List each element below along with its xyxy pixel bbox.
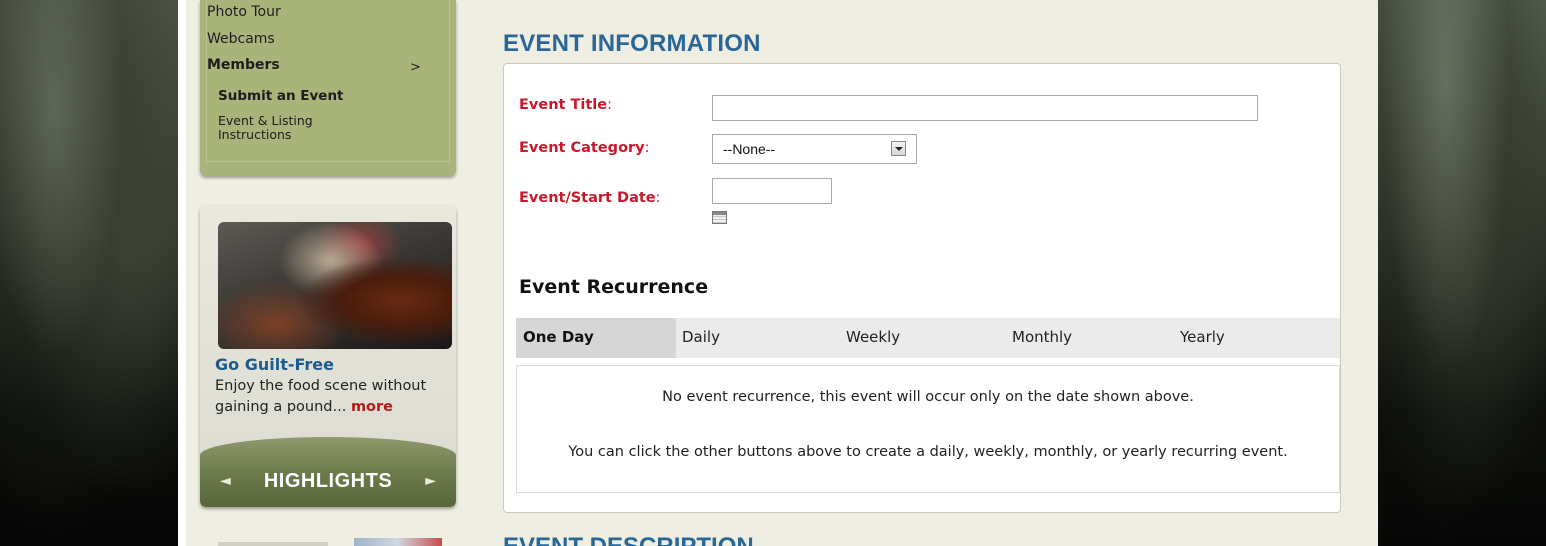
event-title-label: Event Title: — [519, 97, 612, 113]
page-edge — [178, 0, 186, 546]
event-category-label-text: Event Category — [519, 140, 645, 156]
event-title-input[interactable] — [712, 95, 1258, 121]
nav-item-members[interactable]: Members — [207, 57, 280, 73]
forest-background-right — [1378, 0, 1546, 546]
recurrence-panel: No event recurrence, this event will occ… — [516, 365, 1340, 493]
tab-daily[interactable]: Daily — [682, 318, 832, 358]
nav-subitem-instructions[interactable]: Event & Listing Instructions — [218, 114, 313, 142]
page-content: Photo Tour Webcams Members > Submit an E… — [178, 0, 1378, 546]
highlights-bar: ◄ HIGHLIGHTS ► — [200, 437, 456, 507]
recurrence-heading: Event Recurrence — [519, 276, 709, 298]
event-date-input[interactable] — [712, 178, 832, 204]
nav-subitem-instructions-line2: Instructions — [218, 127, 292, 142]
highlight-description: Enjoy the food scene without gaining a p… — [215, 378, 427, 415]
tab-weekly[interactable]: Weekly — [846, 318, 996, 358]
dropdown-arrow-icon[interactable] — [891, 141, 906, 156]
highlight-photo[interactable] — [218, 222, 452, 349]
nav-subitem-submit-event[interactable]: Submit an Event — [218, 88, 344, 104]
arrow-right-icon[interactable]: ► — [425, 473, 436, 489]
highlight-more-link[interactable]: more — [351, 399, 393, 415]
label-colon: : — [655, 190, 661, 206]
forest-background-left — [0, 0, 178, 546]
event-date-label: Event/Start Date: — [519, 190, 661, 206]
tab-one-day[interactable]: One Day — [516, 318, 676, 358]
nav-subitem-instructions-line1: Event & Listing — [218, 113, 313, 128]
sidebar-nav: Photo Tour Webcams Members > Submit an E… — [200, 0, 456, 176]
nav-item-photo-tour[interactable]: Photo Tour — [207, 4, 281, 20]
recurrence-message-2: You can click the other buttons above to… — [568, 444, 1288, 460]
recurrence-message-1: No event recurrence, this event will occ… — [662, 389, 1194, 405]
event-category-label: Event Category: — [519, 140, 650, 156]
highlights-label: HIGHLIGHTS — [263, 470, 393, 492]
highlight-title-link[interactable]: Go Guilt-Free — [215, 355, 334, 374]
promo-thumbnail-right[interactable] — [354, 538, 442, 546]
section-title-description: EVENT DESCRIPTION — [503, 533, 754, 546]
calendar-icon[interactable] — [712, 211, 727, 224]
event-title-label-text: Event Title — [519, 97, 608, 113]
chevron-right-icon: > — [410, 60, 421, 75]
tab-yearly[interactable]: Yearly — [1180, 318, 1330, 358]
recurrence-tabs: One Day Daily Weekly Monthly Yearly — [516, 318, 1340, 358]
label-colon: : — [644, 140, 650, 156]
event-category-select[interactable]: --None-- — [712, 134, 917, 164]
highlight-text: Enjoy the food scene without gaining a p… — [215, 376, 451, 418]
highlights-widget: Go Guilt-Free Enjoy the food scene witho… — [200, 205, 456, 507]
nav-item-webcams[interactable]: Webcams — [207, 31, 275, 47]
event-date-label-text: Event/Start Date — [519, 190, 656, 206]
event-category-selected: --None-- — [723, 141, 776, 157]
promo-thumbnail-left[interactable] — [218, 542, 328, 546]
label-colon: : — [607, 97, 612, 113]
event-form-panel: Event Title: Event Category: --None-- Ev… — [503, 63, 1341, 513]
tab-monthly[interactable]: Monthly — [1012, 318, 1162, 358]
page-title: EVENT INFORMATION — [503, 30, 761, 57]
